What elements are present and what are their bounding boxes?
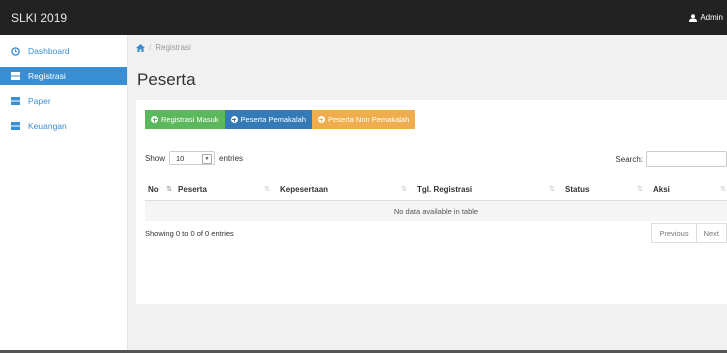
page-title: Peserta (137, 70, 196, 89)
column-label: Tgl. Registrasi (417, 184, 473, 194)
plus-circle-icon (230, 116, 238, 123)
search-control: Search: (615, 151, 727, 167)
peserta-table: No ⇅ Peserta ⇅ Kepesertaan ⇅ Tgl. Regist… (145, 178, 727, 221)
sidebar-item-label: Paper (28, 96, 51, 106)
empty-message: No data available in table (393, 206, 479, 216)
search-input[interactable] (646, 151, 727, 167)
table-empty-row: No data available in table (145, 201, 727, 221)
sort-icon: ⇅ (720, 186, 726, 193)
main-content: / Registrasi Peserta Registrasi Masuk Pe… (136, 35, 727, 353)
column-label: Aksi (653, 184, 670, 194)
column-header-no[interactable]: No ⇅ (145, 178, 175, 200)
column-header-peserta[interactable]: Peserta ⇅ (175, 178, 277, 200)
grid-icon (11, 122, 20, 131)
next-button[interactable]: Next (696, 223, 727, 243)
registrasi-masuk-button[interactable]: Registrasi Masuk (145, 110, 225, 129)
entries-length-control: Show 10 ▼ entries (145, 151, 243, 165)
action-buttons: Registrasi Masuk Peserta Pemakalah Peser… (145, 110, 416, 129)
column-header-kepesertaan[interactable]: Kepesertaan ⇅ (277, 178, 414, 200)
sidebar-item-label: Keuangan (28, 121, 67, 131)
dashboard-icon (11, 46, 20, 56)
button-label: Peserta Non Pemakalah (327, 115, 410, 124)
peserta-pemakalah-button[interactable]: Peserta Pemakalah (224, 110, 312, 129)
breadcrumb-separator: / (149, 43, 152, 52)
search-label: Search: (615, 154, 643, 164)
home-icon[interactable] (136, 43, 145, 52)
sidebar-item-label: Dashboard (28, 46, 70, 56)
grid-icon (11, 72, 20, 81)
column-header-aksi[interactable]: Aksi ⇅ (650, 178, 727, 200)
sidebar-item-keuangan[interactable]: Keuangan (0, 117, 127, 135)
user-icon (689, 13, 698, 22)
brand-title[interactable]: SLKI 2019 (11, 11, 67, 25)
user-menu[interactable]: Admin (689, 13, 723, 22)
chevron-down-icon: ▼ (202, 154, 213, 164)
button-label: Peserta Pemakalah (240, 115, 306, 124)
breadcrumb: / Registrasi (136, 43, 191, 52)
grid-icon (11, 97, 20, 106)
column-label: Kepesertaan (280, 184, 329, 194)
column-header-tgl-registrasi[interactable]: Tgl. Registrasi ⇅ (414, 178, 562, 200)
column-label: Status (565, 184, 590, 194)
column-header-status[interactable]: Status ⇅ (562, 178, 650, 200)
table-info: Showing 0 to 0 of 0 entries (145, 229, 234, 238)
plus-circle-icon (151, 116, 158, 123)
table-header: No ⇅ Peserta ⇅ Kepesertaan ⇅ Tgl. Regist… (145, 178, 727, 201)
sidebar-item-registrasi[interactable]: Registrasi (0, 67, 127, 85)
sort-icon: ⇅ (637, 186, 643, 193)
peserta-non-pemakalah-button[interactable]: Peserta Non Pemakalah (311, 110, 416, 129)
sort-icon: ⇅ (549, 186, 555, 193)
sort-icon: ⇅ (166, 186, 172, 193)
plus-circle-icon (317, 116, 325, 123)
column-label: No (148, 184, 159, 194)
entries-select[interactable]: 10 ▼ (169, 151, 216, 165)
sidebar-item-dashboard[interactable]: Dashboard (0, 42, 127, 60)
sort-icon: ⇅ (401, 186, 407, 193)
user-name: Admin (700, 13, 723, 22)
column-label: Peserta (178, 184, 207, 194)
entries-value: 10 (176, 153, 185, 163)
sort-icon: ⇅ (264, 186, 270, 193)
button-label: Registrasi Masuk (161, 115, 219, 124)
entries-label: entries (219, 153, 244, 163)
previous-button[interactable]: Previous (651, 223, 697, 243)
pagination: Previous Next (651, 223, 727, 243)
breadcrumb-current: Registrasi (155, 43, 191, 52)
sidebar: Dashboard Registrasi Paper Keuangan (0, 35, 128, 353)
sidebar-item-paper[interactable]: Paper (0, 92, 127, 110)
show-label: Show (145, 153, 166, 163)
sidebar-item-label: Registrasi (28, 71, 66, 81)
top-navbar: SLKI 2019 Admin (0, 0, 727, 35)
content-panel: Registrasi Masuk Peserta Pemakalah Peser… (136, 100, 727, 304)
